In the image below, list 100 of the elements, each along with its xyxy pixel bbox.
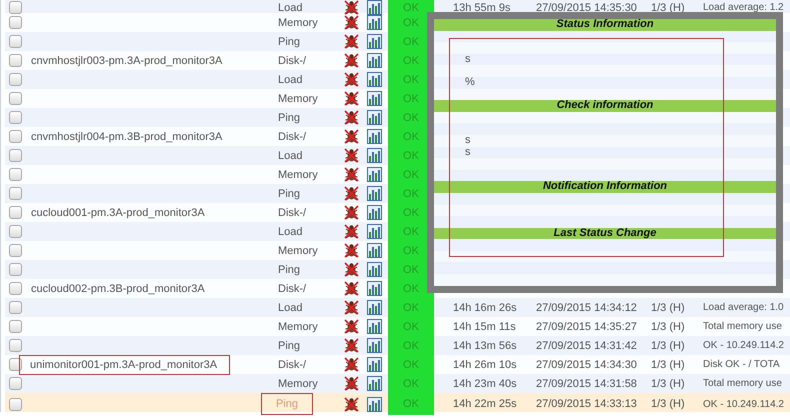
checkbox[interactable] <box>9 168 22 181</box>
service-row[interactable]: unimonitor001-pm.3A-prod_monitor3A Disk-/ OK 14h 26m 10s 27/09/2015 14:34:30 1/3 (H) Disk OK - / TOTA <box>5 355 790 374</box>
service-name[interactable]: Ping <box>271 112 300 124</box>
host-name[interactable]: cucloud002-pm.3B-prod_monitor3A <box>26 282 205 294</box>
checkbox[interactable] <box>9 16 22 29</box>
attempt-text: 1/3 (H) <box>651 302 685 314</box>
bug-crossed-icon[interactable] <box>344 396 358 412</box>
checkbox[interactable] <box>9 92 22 105</box>
bar-chart-icon[interactable] <box>367 53 382 68</box>
checkbox[interactable] <box>9 54 22 67</box>
service-name[interactable]: Memory <box>271 16 318 28</box>
bug-crossed-icon[interactable] <box>344 129 358 144</box>
checkbox[interactable] <box>9 282 22 295</box>
bar-chart-icon[interactable] <box>367 148 382 163</box>
host-name[interactable]: cnvmhostjlr004-pm.3B-prod_monitor3A <box>26 130 222 142</box>
bug-crossed-icon[interactable] <box>344 281 358 296</box>
service-name[interactable]: Memory <box>271 244 318 256</box>
checkbox[interactable] <box>9 377 22 390</box>
bar-chart-icon[interactable] <box>367 110 382 125</box>
bug-crossed-icon[interactable] <box>344 376 358 391</box>
bug-crossed-icon[interactable] <box>344 148 358 163</box>
checkbox[interactable] <box>9 301 22 314</box>
service-name[interactable]: Load <box>271 226 302 238</box>
bug-crossed-icon[interactable] <box>344 110 358 125</box>
checkbox[interactable] <box>9 339 22 352</box>
bug-crossed-icon[interactable] <box>344 338 358 353</box>
bar-chart-icon[interactable] <box>367 129 382 144</box>
checkbox[interactable] <box>9 320 22 333</box>
bar-chart-icon[interactable] <box>367 376 382 391</box>
bar-chart-icon[interactable] <box>367 15 382 30</box>
checkbox[interactable] <box>9 358 22 371</box>
bug-crossed-icon[interactable] <box>344 53 358 68</box>
service-name[interactable]: Disk-/ <box>271 54 306 66</box>
checkbox[interactable] <box>9 398 22 410</box>
service-name[interactable]: Disk-/ <box>271 282 306 294</box>
bar-chart-icon[interactable] <box>367 338 382 353</box>
service-name[interactable]: Memory <box>271 168 318 180</box>
bar-chart-icon[interactable] <box>367 205 382 220</box>
bar-chart-icon[interactable] <box>367 396 382 412</box>
bug-crossed-icon[interactable] <box>344 357 358 372</box>
bug-crossed-icon[interactable] <box>344 224 358 239</box>
bar-chart-icon[interactable] <box>367 34 382 49</box>
service-row[interactable]: Ping OK 14h 22m 25s 27/09/2015 14:33:13 1/3 (H) OK - 10.249.114.2 <box>5 393 790 412</box>
checkbox[interactable] <box>9 1 22 14</box>
bar-chart-icon[interactable] <box>367 167 382 182</box>
service-name[interactable]: Disk-/ <box>271 358 306 370</box>
bug-crossed-icon[interactable] <box>344 186 358 201</box>
bar-chart-icon[interactable] <box>367 243 382 258</box>
bug-crossed-icon[interactable] <box>344 300 358 315</box>
bug-crossed-icon[interactable] <box>344 243 358 258</box>
bar-chart-icon[interactable] <box>367 357 382 372</box>
bug-crossed-icon[interactable] <box>344 319 358 334</box>
checkbox[interactable] <box>9 225 22 238</box>
bug-crossed-icon[interactable] <box>344 262 358 277</box>
bar-chart-icon[interactable] <box>367 281 382 296</box>
bug-crossed-icon[interactable] <box>344 91 358 106</box>
service-row[interactable]: Load OK 14h 16m 26s 27/09/2015 14:34:12 1/3 (H) Load average: 1.0 <box>5 298 790 317</box>
bug-crossed-icon[interactable] <box>344 205 358 220</box>
bar-chart-icon[interactable] <box>367 72 382 87</box>
service-name[interactable]: Load <box>271 302 302 314</box>
service-name[interactable]: Memory <box>271 320 318 332</box>
bar-chart-icon[interactable] <box>367 91 382 106</box>
bug-crossed-icon[interactable] <box>344 72 358 87</box>
bar-chart-icon[interactable] <box>367 300 382 315</box>
bug-crossed-icon[interactable] <box>344 167 358 182</box>
host-name[interactable]: unimonitor001-pm.3A-prod_monitor3A <box>19 354 230 374</box>
checkbox[interactable] <box>9 73 22 86</box>
service-name[interactable]: Ping <box>271 188 300 200</box>
checkbox[interactable] <box>9 187 22 200</box>
service-name[interactable]: Load <box>271 150 302 162</box>
service-row[interactable]: Memory OK 14h 23m 40s 27/09/2015 14:31:58 1/3 (H) Total memory use <box>5 374 790 393</box>
service-name[interactable]: Disk-/ <box>271 206 306 218</box>
service-name[interactable]: Memory <box>271 92 318 104</box>
service-row[interactable]: Ping OK 14h 13m 56s 27/09/2015 14:31:42 1/3 (H) OK - 10.249.114.2 <box>5 336 790 355</box>
bug-crossed-icon[interactable] <box>344 15 358 30</box>
service-row[interactable]: Memory OK 14h 15m 11s 27/09/2015 14:35:27 1/3 (H) Total memory use <box>5 317 790 336</box>
detail-value: s <box>464 146 470 158</box>
bar-chart-icon[interactable] <box>367 186 382 201</box>
service-name[interactable]: Load <box>271 2 302 14</box>
checkbox[interactable] <box>9 149 22 162</box>
host-name[interactable]: cnvmhostjlr003-pm.3A-prod_monitor3A <box>26 54 222 66</box>
service-name[interactable]: Load <box>271 74 302 86</box>
host-name[interactable]: cucloud001-pm.3A-prod_monitor3A <box>26 206 205 218</box>
checkbox[interactable] <box>9 35 22 48</box>
bug-crossed-icon[interactable] <box>344 34 358 49</box>
service-name[interactable]: Memory <box>271 378 318 390</box>
bar-chart-icon[interactable] <box>367 262 382 277</box>
checkbox[interactable] <box>9 130 22 143</box>
service-name[interactable]: Ping <box>271 264 300 276</box>
bar-chart-icon[interactable] <box>367 224 382 239</box>
checkbox[interactable] <box>9 111 22 124</box>
bar-chart-icon[interactable] <box>367 319 382 334</box>
service-row[interactable]: Load OK 13h 55m 9s 27/09/2015 14:35:30 1/3 (H) Load average: 1.2 <box>5 0 790 13</box>
service-name[interactable]: Ping <box>271 36 300 48</box>
checkbox[interactable] <box>9 263 22 276</box>
service-name[interactable]: Disk-/ <box>271 130 306 142</box>
checkbox[interactable] <box>9 244 22 257</box>
service-name[interactable]: Ping <box>271 340 300 352</box>
bar-chart-icon[interactable] <box>367 0 382 15</box>
checkbox[interactable] <box>9 206 22 219</box>
